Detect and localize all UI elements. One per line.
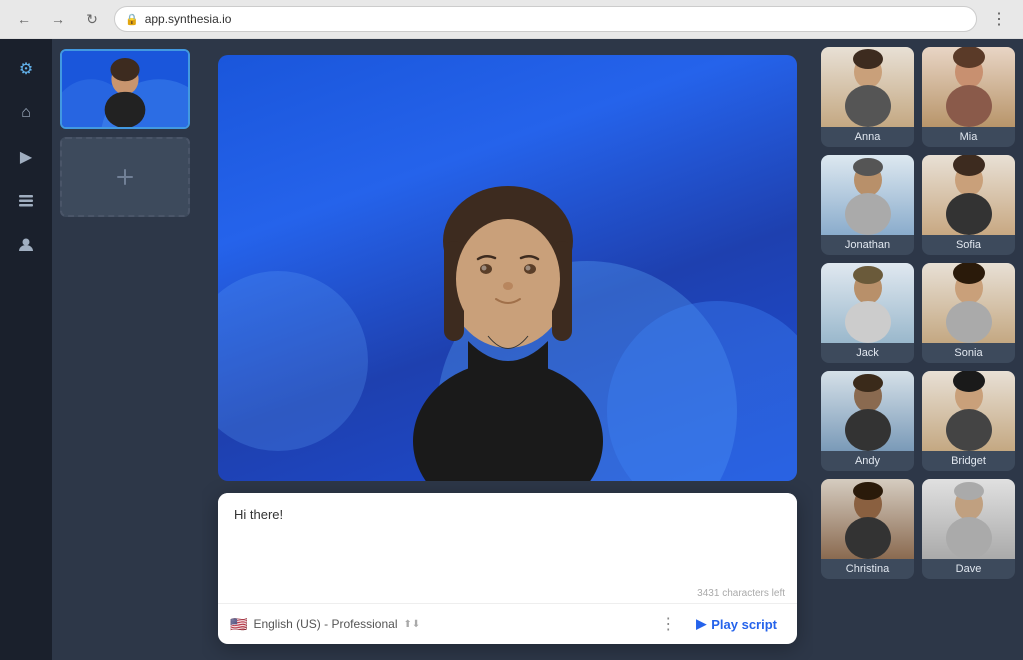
avatar-image-dave <box>922 479 1015 559</box>
language-text: English (US) - Professional <box>253 617 397 631</box>
video-preview <box>218 55 797 481</box>
avatar-name-mia: Mia <box>922 127 1015 147</box>
play-script-label: Play script <box>711 617 777 632</box>
sidebar-play[interactable]: ▶ <box>8 139 44 175</box>
play-script-button[interactable]: ▶ Play script <box>688 612 785 636</box>
back-button[interactable]: ← <box>12 7 36 31</box>
chevron-icon: ⬆⬇ <box>404 619 421 630</box>
avatar-name-christina: Christina <box>821 559 914 579</box>
avatar-name-sofia: Sofia <box>922 235 1015 255</box>
avatar-image-sofia <box>922 155 1015 235</box>
avatar-card-jack[interactable]: Jack <box>821 263 914 363</box>
flag-icon: 🇺🇸 <box>230 616 247 633</box>
avatar-image-jonathan <box>821 155 914 235</box>
lock-icon: 🔒 <box>125 13 139 26</box>
main-avatar <box>338 55 678 481</box>
browser-chrome: ← → ↻ 🔒 app.synthesia.io ⋮ <box>0 0 1023 39</box>
avatar-image-andy <box>821 371 914 451</box>
avatar-image-christina <box>821 479 914 559</box>
avatar-name-jonathan: Jonathan <box>821 235 914 255</box>
avatar-card-andy[interactable]: Andy <box>821 371 914 471</box>
refresh-button[interactable]: ↻ <box>80 7 104 31</box>
avatar-card-anna[interactable]: Anna <box>821 47 914 147</box>
slide-1[interactable] <box>60 49 190 129</box>
avatar-card-dave[interactable]: Dave <box>922 479 1015 579</box>
avatar-name-sonia: Sonia <box>922 343 1015 363</box>
sidebar-settings[interactable]: ⚙ <box>8 51 44 87</box>
script-area: Hi there! 3431 characters left 🇺🇸 Englis… <box>218 493 797 644</box>
avatar-name-dave: Dave <box>922 559 1015 579</box>
avatar-name-andy: Andy <box>821 451 914 471</box>
play-icon-small: ▶ <box>696 616 706 632</box>
avatar-card-bridget[interactable]: Bridget <box>922 371 1015 471</box>
avatar-image-jack <box>821 263 914 343</box>
avatar-card-christina[interactable]: Christina <box>821 479 914 579</box>
avatar-name-anna: Anna <box>821 127 914 147</box>
sidebar-layers[interactable] <box>8 183 44 219</box>
avatar-card-sofia[interactable]: Sofia <box>922 155 1015 255</box>
avatar-image-anna <box>821 47 914 127</box>
avatar-image-mia <box>922 47 1015 127</box>
browser-menu-button[interactable]: ⋮ <box>987 7 1011 31</box>
app-container: ⚙ ⌂ ▶ <box>0 39 1023 660</box>
forward-button[interactable]: → <box>46 7 70 31</box>
avatar-card-sonia[interactable]: Sonia <box>922 263 1015 363</box>
sidebar-user[interactable] <box>8 227 44 263</box>
language-selector[interactable]: 🇺🇸 English (US) - Professional ⬆⬇ <box>230 616 648 633</box>
char-count: 3431 characters left <box>218 588 797 603</box>
avatar-name-bridget: Bridget <box>922 451 1015 471</box>
add-slide-button[interactable] <box>60 137 190 217</box>
sidebar-home[interactable]: ⌂ <box>8 95 44 131</box>
main-content: Hi there! 3431 characters left 🇺🇸 Englis… <box>202 39 813 660</box>
slide-1-thumbnail <box>62 51 188 127</box>
sidebar: ⚙ ⌂ ▶ <box>0 39 52 660</box>
script-toolbar: 🇺🇸 English (US) - Professional ⬆⬇ ⋮ ▶ Pl… <box>218 603 797 644</box>
script-textarea[interactable]: Hi there! <box>218 493 797 583</box>
url-text: app.synthesia.io <box>145 12 232 26</box>
avatars-panel: Anna Mia Jonathan <box>813 39 1023 660</box>
slides-panel <box>52 39 202 660</box>
script-options-button[interactable]: ⋮ <box>656 612 680 636</box>
avatar-image-sonia <box>922 263 1015 343</box>
avatar-image-bridget <box>922 371 1015 451</box>
browser-titlebar: ← → ↻ 🔒 app.synthesia.io ⋮ <box>0 0 1023 38</box>
address-bar[interactable]: 🔒 app.synthesia.io <box>114 6 977 32</box>
avatar-card-jonathan[interactable]: Jonathan <box>821 155 914 255</box>
avatar-card-mia[interactable]: Mia <box>922 47 1015 147</box>
avatar-name-jack: Jack <box>821 343 914 363</box>
